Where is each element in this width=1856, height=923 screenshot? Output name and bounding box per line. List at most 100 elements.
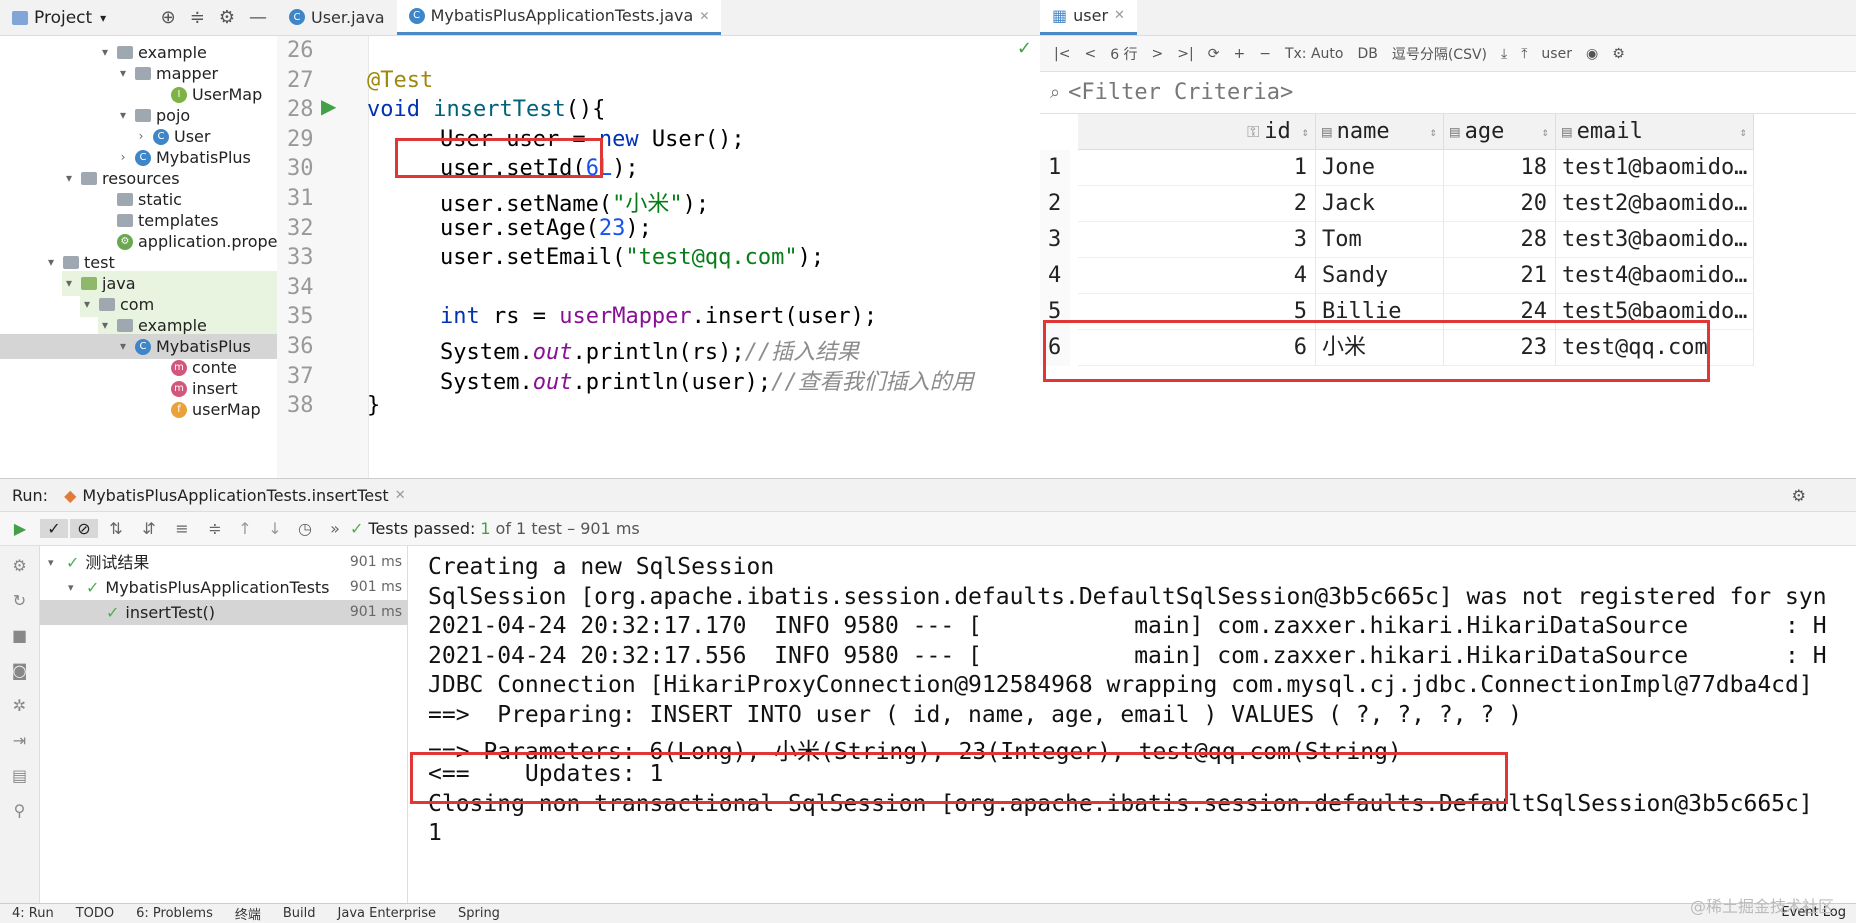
tool-window-button[interactable]: 6: Problems [136, 906, 213, 921]
debug-icon[interactable]: ⚙ [12, 556, 26, 575]
column-header-name[interactable]: ▤ name ⇕ [1316, 114, 1444, 150]
filter-bar[interactable]: ⌕ <Filter Criteria> [1040, 72, 1856, 114]
exit-icon[interactable]: ⇥ [13, 731, 26, 750]
test-result-item[interactable]: ▾ ✓ 测试结果 901 ms [40, 550, 408, 575]
prev-page-icon[interactable]: < [1084, 46, 1096, 62]
rerun-icon[interactable]: ▶ [0, 519, 40, 538]
tree-arrow-icon[interactable]: ▾ [116, 61, 130, 86]
row-number[interactable]: 2 [1040, 186, 1070, 222]
expand-icon[interactable]: ▾ [48, 550, 60, 575]
sort-duration-icon[interactable]: ⇵ [134, 519, 164, 538]
tab-user-java[interactable]: C User.java [277, 0, 397, 35]
close-icon[interactable]: ✕ [395, 488, 406, 503]
tx-mode[interactable]: Tx: Auto [1285, 46, 1344, 62]
download-icon[interactable]: ⤓ [1501, 46, 1507, 62]
column-header-age[interactable]: ▤ age ⇕ [1444, 114, 1556, 150]
sort-icon[interactable]: ⇕ [1430, 125, 1437, 139]
view-icon[interactable]: ◉ [1586, 46, 1598, 62]
first-page-icon[interactable]: |< [1054, 46, 1070, 62]
schema-select[interactable]: user [1541, 46, 1572, 62]
expand-icon[interactable]: ▾ [68, 575, 80, 600]
table-cell[interactable]: 1 [1078, 150, 1316, 186]
row-number[interactable]: 1 [1040, 150, 1070, 186]
tree-arrow-icon[interactable]: ▾ [116, 334, 130, 359]
row-number[interactable]: 3 [1040, 222, 1070, 258]
tab-user-table[interactable]: ▦ user ✕ [1040, 0, 1137, 35]
pin-icon[interactable]: ⚲ [14, 801, 26, 820]
table-cell[interactable]: 20 [1444, 186, 1556, 222]
close-icon[interactable]: ✕ [1114, 8, 1125, 23]
tool-window-button[interactable]: Java Enterprise [338, 906, 436, 921]
row-number[interactable]: 4 [1040, 258, 1070, 294]
tree-arrow-icon[interactable]: ▾ [62, 166, 76, 191]
gear-icon[interactable]: ⚙ [1612, 46, 1625, 62]
table-cell[interactable]: test1@baomido… [1556, 150, 1754, 186]
refresh-icon[interactable]: ⟳ [1208, 46, 1220, 62]
upload-icon[interactable]: ⤒ [1521, 46, 1527, 62]
gear-icon[interactable]: ⚙ [1792, 486, 1856, 505]
table-cell[interactable]: Tom [1316, 222, 1444, 258]
table-cell[interactable]: Jone [1316, 150, 1444, 186]
run-gutter-icon[interactable]: ▶ [321, 94, 336, 118]
collapse-all-icon[interactable]: ≑ [200, 519, 230, 538]
tool-window-button[interactable]: 4: Run [12, 906, 54, 921]
tab-tests-java[interactable]: C MybatisPlusApplicationTests.java ✕ [396, 0, 722, 35]
table-cell[interactable]: 18 [1444, 150, 1556, 186]
expand-all-icon[interactable]: ≡ [164, 519, 200, 538]
sort-icon[interactable]: ⇕ [1542, 125, 1549, 139]
more-icon[interactable]: » [320, 519, 350, 538]
column-header-id[interactable]: ⚿ id ⇕ [1078, 114, 1316, 150]
rerun-failed-icon[interactable]: ↻ [13, 591, 26, 610]
collapse-icon[interactable]: ≑ [190, 7, 205, 28]
down-icon[interactable]: ↓ [260, 519, 290, 538]
minimize-icon[interactable]: — [249, 7, 267, 28]
add-row-icon[interactable]: + [1233, 46, 1245, 62]
tool-window-button[interactable]: 终端 [235, 904, 261, 923]
test-result-item[interactable]: ▾ ✓ MybatisPlusApplicationTests 901 ms [40, 575, 408, 600]
table-cell[interactable]: 2 [1078, 186, 1316, 222]
show-passed-icon[interactable]: ✓ [40, 519, 68, 538]
camera-icon[interactable]: ◙ [12, 661, 28, 680]
up-icon[interactable]: ↑ [230, 519, 260, 538]
tree-arrow-icon[interactable]: ▾ [98, 40, 112, 65]
last-page-icon[interactable]: >| [1177, 46, 1193, 62]
history-icon[interactable]: ◷ [290, 519, 320, 538]
table-cell[interactable]: Sandy [1316, 258, 1444, 294]
console-output[interactable]: Creating a new SqlSession SqlSession [org… [408, 546, 1856, 903]
gear-icon[interactable]: ⚙ [219, 7, 235, 28]
tool-window-button[interactable]: TODO [76, 906, 114, 921]
rows-count[interactable]: 6 行 [1110, 44, 1137, 64]
settings-icon[interactable]: ✲ [13, 696, 26, 715]
table-cell[interactable]: test4@baomido… [1556, 258, 1754, 294]
next-page-icon[interactable]: > [1152, 46, 1164, 62]
table-cell[interactable]: test2@baomido… [1556, 186, 1754, 222]
table-cell[interactable]: 28 [1444, 222, 1556, 258]
locate-icon[interactable]: ⊕ [161, 7, 176, 28]
filter-input[interactable]: <Filter Criteria> [1068, 80, 1293, 105]
sort-alpha-icon[interactable]: ⇅ [98, 519, 134, 538]
project-title[interactable]: Project [34, 8, 92, 28]
table-cell[interactable]: 21 [1444, 258, 1556, 294]
tree-arrow-icon[interactable]: ▾ [44, 250, 58, 275]
code-editor[interactable]: 26 27 @Test 28 void insertTest(){29 User use… [277, 36, 1040, 478]
layout-icon[interactable]: ▤ [12, 766, 27, 785]
table-cell[interactable]: test3@baomido… [1556, 222, 1754, 258]
table-cell[interactable]: 3 [1078, 222, 1316, 258]
table-cell[interactable]: 4 [1078, 258, 1316, 294]
test-result-item[interactable]: ✓ insertTest() 901 ms [40, 600, 408, 625]
tree-arrow-icon[interactable]: ▾ [62, 271, 76, 296]
show-ignored-icon[interactable]: ⊘ [70, 519, 98, 538]
db-icon[interactable]: DB [1357, 46, 1377, 62]
remove-row-icon[interactable]: − [1259, 46, 1271, 62]
stop-icon[interactable]: ■ [12, 626, 27, 645]
run-config-tab[interactable]: ◆ MybatisPlusApplicationTests.insertTest… [64, 486, 406, 505]
tree-arrow-icon[interactable]: ▾ [116, 103, 130, 128]
column-header-email[interactable]: ▤ email ⇕ [1556, 114, 1754, 150]
table-cell[interactable]: Jack [1316, 186, 1444, 222]
chevron-down-icon[interactable]: ▾ [100, 11, 106, 25]
tree-arrow-icon[interactable]: ▾ [80, 292, 94, 317]
sort-icon[interactable]: ⇕ [1740, 125, 1747, 139]
sort-icon[interactable]: ⇕ [1302, 125, 1309, 139]
export-format[interactable]: 逗号分隔(CSV) [1392, 44, 1487, 64]
tree-item[interactable]: f userMap [152, 397, 277, 422]
